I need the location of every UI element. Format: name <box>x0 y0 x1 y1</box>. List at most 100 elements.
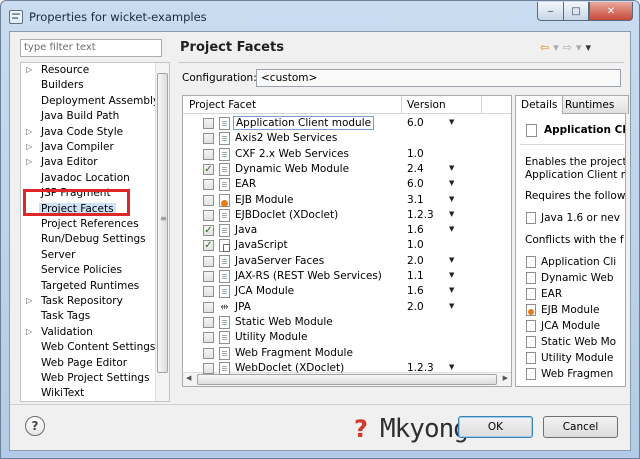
close-icon[interactable]: ✕ <box>589 2 633 21</box>
back-icon[interactable]: ⇦ <box>540 41 549 54</box>
sidebar-item[interactable]: Run/Debug Settings <box>21 233 155 248</box>
facet-version[interactable]: 1.2.3 <box>407 209 434 221</box>
facet-checkbox[interactable] <box>203 286 214 298</box>
version-dropdown-icon[interactable]: ▼ <box>449 179 454 187</box>
version-dropdown-icon[interactable]: ▼ <box>449 225 454 233</box>
expand-arrow-icon[interactable]: ▷ <box>26 296 32 305</box>
sidebar-item[interactable]: Javadoc Location <box>21 172 155 187</box>
facet-version[interactable]: 1.6 <box>407 285 424 297</box>
sidebar-item[interactable]: Java Build Path <box>21 110 155 125</box>
ok-button[interactable]: OK <box>458 416 533 438</box>
facet-version[interactable]: 2.4 <box>407 163 424 175</box>
sidebar-item[interactable]: ▷ Task Repository <box>21 295 155 310</box>
version-dropdown-icon[interactable]: ▼ <box>449 363 454 371</box>
sidebar-item[interactable]: Builders <box>21 79 155 94</box>
sidebar-item[interactable]: Project References <box>21 218 155 233</box>
sidebar-item[interactable]: Web Project Settings <box>21 372 155 387</box>
table-row[interactable]: JCA Module 1.6 ▼ <box>183 284 511 299</box>
facet-checkbox[interactable] <box>203 271 214 282</box>
sidebar-item[interactable]: WikiText <box>21 387 155 401</box>
cancel-button[interactable]: Cancel <box>543 416 618 438</box>
title-bar[interactable]: Properties for wicket-examples ‒ □ ✕ <box>1 1 639 31</box>
table-row[interactable]: Utility Module <box>183 330 511 345</box>
table-row[interactable]: EJBDoclet (XDoclet) 1.2.3 ▼ <box>183 208 511 223</box>
sidebar-item[interactable]: Targeted Runtimes <box>21 280 155 295</box>
facet-version[interactable]: 1.6 <box>407 224 424 236</box>
expand-arrow-icon[interactable]: ▷ <box>26 327 32 336</box>
facet-checkbox[interactable] <box>203 194 214 206</box>
table-row[interactable]: ✓ Dynamic Web Module 2.4 ▼ <box>183 162 511 177</box>
facet-checkbox[interactable] <box>203 179 214 191</box>
facet-checkbox[interactable] <box>203 133 214 145</box>
table-row[interactable]: JAX-RS (REST Web Services) 1.1 ▼ <box>183 269 511 284</box>
facet-checkbox[interactable] <box>203 148 214 160</box>
back-dropdown-icon[interactable]: ▾ <box>553 41 559 54</box>
sidebar-item[interactable]: Service Policies <box>21 264 155 279</box>
table-row[interactable]: JavaServer Faces 2.0 ▼ <box>183 254 511 269</box>
sidebar-item[interactable]: ▷ Java Code Style <box>21 126 155 141</box>
tree-scrollbar[interactable] <box>155 63 169 401</box>
table-row[interactable]: Static Web Module <box>183 315 511 330</box>
facet-version[interactable]: 1.1 <box>407 270 424 282</box>
facet-version[interactable]: 2.0 <box>407 301 424 313</box>
maximize-icon[interactable]: □ <box>563 2 589 21</box>
tree-scroll-thumb[interactable] <box>157 73 168 373</box>
version-dropdown-icon[interactable]: ▼ <box>449 164 454 172</box>
sidebar-item[interactable]: ▷ Java Compiler <box>21 141 155 156</box>
version-dropdown-icon[interactable]: ▼ <box>449 210 454 218</box>
facet-version[interactable]: 3.1 <box>407 194 424 206</box>
version-dropdown-icon[interactable]: ▼ <box>449 195 454 203</box>
table-row[interactable]: ✓ JavaScript 1.0 <box>183 238 511 253</box>
sidebar-item[interactable]: Deployment Assembly <box>21 95 159 110</box>
facet-checkbox[interactable]: ✓ <box>203 225 214 237</box>
table-row[interactable]: Application Client module 6.0 ▼ <box>183 116 511 131</box>
facet-checkbox[interactable] <box>203 301 214 313</box>
table-row[interactable]: ✓ Java 1.6 ▼ <box>183 223 511 238</box>
version-dropdown-icon[interactable]: ▼ <box>449 302 454 310</box>
table-row[interactable]: WebDoclet (XDoclet) 1.2.3 ▼ <box>183 361 511 376</box>
facet-checkbox[interactable]: ✓ <box>203 240 214 252</box>
facet-checkbox[interactable] <box>203 209 214 221</box>
column-header-version[interactable]: Version <box>407 99 446 111</box>
table-row[interactable]: EAR 6.0 ▼ <box>183 177 511 192</box>
filter-input[interactable]: type filter text <box>20 39 162 57</box>
facet-checkbox[interactable] <box>203 316 214 328</box>
expand-arrow-icon[interactable]: ▷ <box>26 65 32 74</box>
facet-checkbox[interactable] <box>203 255 214 267</box>
version-dropdown-icon[interactable]: ▼ <box>449 286 454 294</box>
version-dropdown-icon[interactable]: ▼ <box>449 256 454 264</box>
facet-version[interactable]: 1.2.3 <box>407 362 434 374</box>
sidebar-item[interactable]: Task Tags <box>21 310 155 325</box>
table-row[interactable]: EJB Module 3.1 ▼ <box>183 193 511 208</box>
facet-checkbox[interactable] <box>203 118 214 129</box>
table-row[interactable]: CXF 2.x Web Services 1.0 <box>183 147 511 162</box>
table-row[interactable]: Axis2 Web Services <box>183 131 511 146</box>
sidebar-item[interactable]: ▷ Java Editor <box>21 156 155 171</box>
view-menu-icon[interactable]: ▾ <box>586 41 592 54</box>
minimize-icon[interactable]: ‒ <box>537 2 563 21</box>
facet-checkbox[interactable]: ✓ <box>203 163 214 175</box>
version-dropdown-icon[interactable]: ▼ <box>449 271 454 279</box>
tab-runtimes[interactable]: Runtimes <box>559 95 629 114</box>
facet-checkbox[interactable] <box>203 362 214 374</box>
forward-dropdown-icon[interactable]: ▾ <box>576 41 582 54</box>
facet-checkbox[interactable] <box>203 332 214 344</box>
facet-version[interactable]: 6.0 <box>407 117 424 129</box>
tab-details[interactable]: Details <box>515 95 564 114</box>
expand-arrow-icon[interactable]: ▷ <box>26 157 32 166</box>
facet-checkbox[interactable] <box>203 347 214 359</box>
version-dropdown-icon[interactable]: ▼ <box>449 118 454 126</box>
sidebar-item[interactable]: Web Page Editor <box>21 357 155 372</box>
expand-arrow-icon[interactable]: ▷ <box>26 142 32 151</box>
help-icon[interactable]: ? <box>25 416 45 436</box>
sidebar-item[interactable]: ▷ Validation <box>21 326 155 341</box>
facet-version[interactable]: 2.0 <box>407 255 424 267</box>
column-header-facet[interactable]: Project Facet <box>189 99 256 111</box>
sidebar-item[interactable]: Web Content Settings <box>21 341 155 356</box>
configuration-select[interactable]: <custom> <box>256 69 621 87</box>
table-row[interactable]: ⇹ JPA 2.0 ▼ <box>183 300 511 315</box>
expand-arrow-icon[interactable]: ▷ <box>26 127 32 136</box>
sidebar-item[interactable]: Server <box>21 249 155 264</box>
facet-version[interactable]: 6.0 <box>407 178 424 190</box>
sidebar-item[interactable]: ▷ Resource <box>21 64 155 79</box>
